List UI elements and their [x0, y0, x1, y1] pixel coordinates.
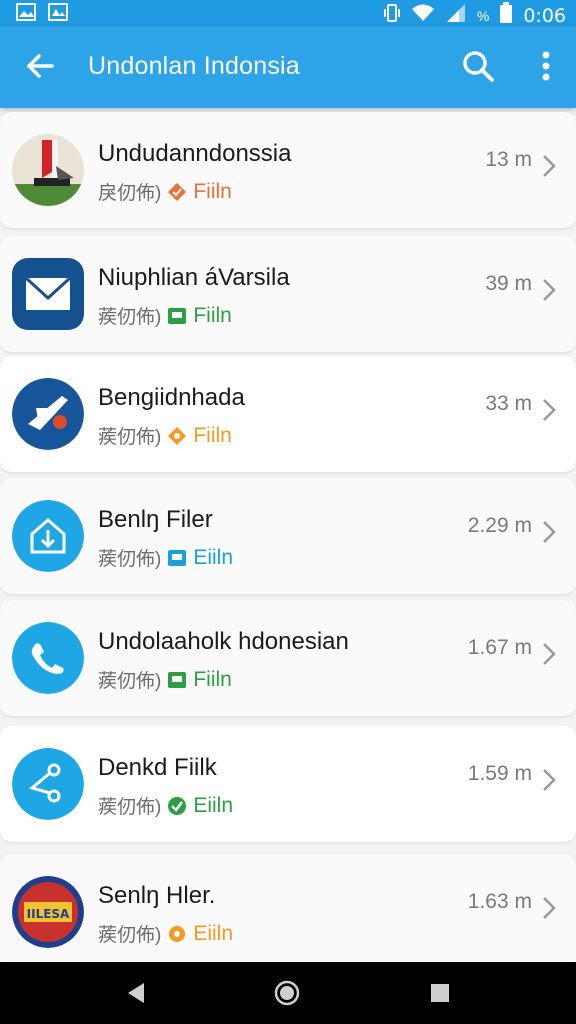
item-name: Senlŋ Hler.	[98, 882, 216, 909]
item-sublabel: 蒺仞佈)	[98, 797, 162, 818]
rocket-icon	[12, 378, 84, 450]
item-tag: Fiiln	[193, 179, 232, 203]
list-item[interactable]: Undudanndonssia 戾仞佈) Fiiln 13 m	[0, 112, 576, 229]
item-name: Benlŋ Filer	[98, 506, 213, 533]
image-icon	[48, 3, 68, 21]
item-sublabel: 蒺仞佈)	[98, 925, 162, 946]
mail-icon	[12, 258, 84, 330]
emblem-text: IILESA	[27, 907, 70, 921]
nav-recents-icon[interactable]	[426, 979, 454, 1007]
battery-icon	[499, 2, 513, 29]
gallery-icon	[16, 3, 36, 21]
emblem-icon: IILESA	[12, 876, 84, 948]
chevron-right-icon	[540, 766, 558, 794]
status-bar: % 0:06	[0, 0, 576, 29]
item-tag: Eiiln	[193, 793, 234, 817]
square-tag-icon	[167, 306, 187, 326]
item-sublabel: 戾仞佈)	[98, 183, 162, 204]
item-size: 1.59 m	[467, 762, 532, 785]
item-sublabel: 蒺仞佈)	[98, 549, 162, 570]
app-bar: Undonlan Indonsia	[0, 26, 576, 108]
diamond-tag-icon	[167, 426, 187, 446]
item-tag: Eiiln	[193, 921, 234, 945]
nav-back-icon[interactable]	[122, 979, 150, 1007]
check-tag-icon	[167, 796, 187, 816]
item-tag: Fiiln	[193, 667, 232, 691]
list-item[interactable]: Denkd Fiilk 蒺仞佈) Eiiln 1.59 m	[0, 726, 576, 843]
item-size: 39 m	[485, 272, 532, 295]
list-item[interactable]: Undolaaholk hdonesian 蒺仞佈) Fiiln 1.67 m	[0, 600, 576, 717]
item-size: 2.29 m	[467, 514, 532, 537]
item-name: Undudanndonssia	[98, 140, 292, 167]
flag-photo-icon	[12, 134, 84, 206]
list-item[interactable]: Bengiidnhada 蒺仞佈) Fiiln 33 m	[0, 356, 576, 473]
nav-home-icon[interactable]	[273, 979, 301, 1007]
item-name: Denkd Fiilk	[98, 754, 217, 781]
item-size: 33 m	[485, 392, 532, 415]
gear-tag-icon	[167, 924, 187, 944]
item-sublabel: 蒺仞佈)	[98, 671, 162, 692]
list-item[interactable]: Niuphlian áVarsila 蒺仞佈) Fiiln 39 m	[0, 236, 576, 353]
status-time: 0:06	[523, 4, 566, 27]
search-icon[interactable]	[460, 48, 496, 84]
share-icon	[12, 748, 84, 820]
item-size: 13 m	[485, 148, 532, 171]
chevron-right-icon	[540, 518, 558, 546]
chevron-right-icon	[540, 152, 558, 180]
vibrate-icon	[383, 3, 401, 28]
item-sublabel: 蒺仞佈)	[98, 307, 162, 328]
chevron-right-icon	[540, 396, 558, 424]
more-vert-icon[interactable]	[532, 48, 560, 84]
square-tag-icon	[167, 548, 187, 568]
item-tag: Eiiln	[193, 545, 234, 569]
signal-text: %	[476, 7, 490, 24]
item-size: 1.67 m	[467, 636, 532, 659]
diamond-tag-icon	[167, 182, 187, 202]
item-name: Bengiidnhada	[98, 384, 245, 411]
square-tag-icon	[167, 670, 187, 690]
wifi-icon	[411, 3, 435, 28]
item-name: Undolaaholk hdonesian	[98, 628, 349, 655]
home-download-icon	[12, 500, 84, 572]
system-nav-bar	[0, 962, 576, 1024]
item-tag: Fiiln	[193, 303, 232, 327]
item-size: 1.63 m	[467, 890, 532, 913]
item-name: Niuphlian áVarsila	[98, 264, 290, 291]
item-sublabel: 蒺仞佈)	[98, 427, 162, 448]
chevron-right-icon	[540, 276, 558, 304]
signal-icon	[445, 3, 467, 28]
chevron-right-icon	[540, 894, 558, 922]
list-item[interactable]: IILESA Senlŋ Hler. 蒺仞佈) Eiiln 1.63 m	[0, 854, 576, 971]
phone-icon	[12, 622, 84, 694]
back-arrow-icon[interactable]	[22, 48, 58, 84]
list-item[interactable]: Benlŋ Filer 蒺仞佈) Eiiln 2.29 m	[0, 478, 576, 595]
page-title: Undonlan Indonsia	[88, 52, 300, 80]
item-tag: Fiiln	[193, 423, 232, 447]
chevron-right-icon	[540, 640, 558, 668]
